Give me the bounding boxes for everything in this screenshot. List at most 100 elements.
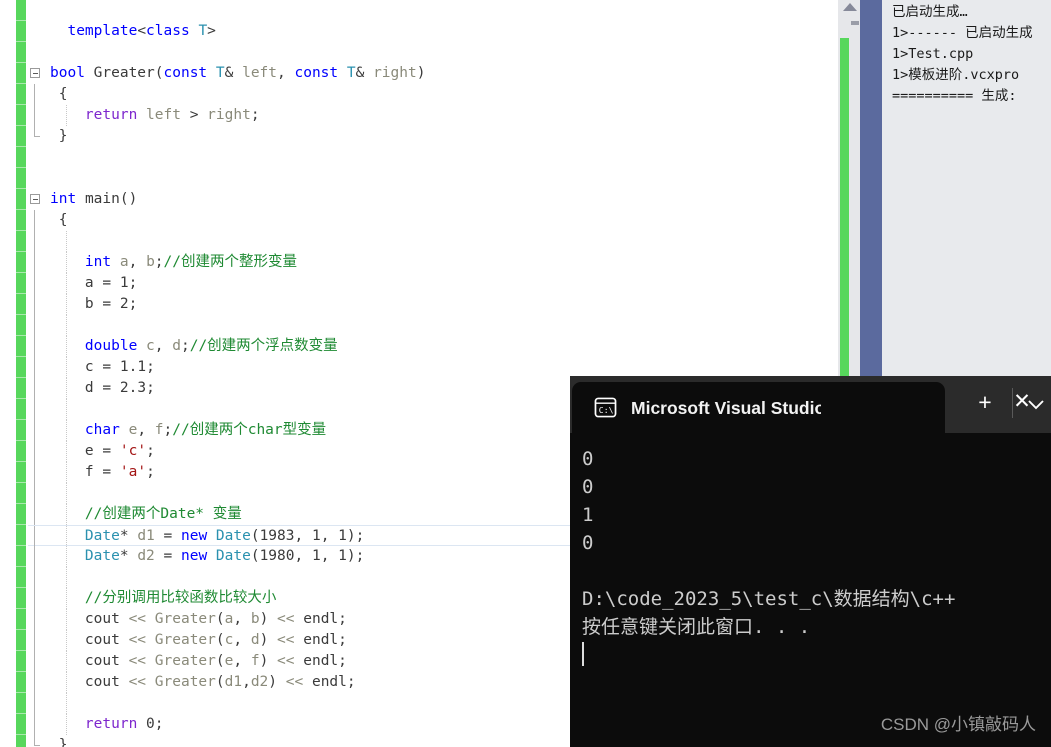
- fold-guide-line: [34, 441, 35, 462]
- code-token: //创建两个Date* 变量: [84, 506, 242, 522]
- code-token: <<: [277, 611, 295, 627]
- code-line[interactable]: }: [28, 126, 838, 147]
- code-token: =: [93, 296, 120, 312]
- code-line[interactable]: int main(): [28, 189, 838, 210]
- code-line[interactable]: c = 1.1;: [28, 357, 838, 378]
- code-token: (: [215, 653, 225, 669]
- indent-guide: [66, 567, 67, 588]
- code-token: 2: [119, 296, 129, 312]
- code-token: right: [373, 65, 417, 81]
- console-output-text[interactable]: 0 0 1 0 D:\code_2023_5\test_c\数据结构\c++ 按任意键关闭…: [570, 433, 1051, 747]
- indent-guide: [66, 651, 67, 672]
- code-token: Greater: [154, 674, 216, 690]
- code-line[interactable]: [28, 168, 838, 189]
- code-token: <<: [128, 611, 147, 627]
- code-line[interactable]: [28, 231, 838, 252]
- code-line[interactable]: [28, 315, 838, 336]
- build-output-line: 1>Test.cpp: [892, 46, 974, 62]
- code-token: 1: [119, 275, 129, 291]
- code-token: ;: [346, 674, 356, 690]
- indent-guide: [66, 315, 67, 336]
- code-token: ,: [154, 338, 173, 354]
- code-token: b: [84, 296, 94, 312]
- indent-guide: [66, 693, 67, 714]
- tabbar-separator: [1012, 388, 1013, 418]
- code-line[interactable]: b = 2;: [28, 294, 838, 315]
- console-output-line: 1: [582, 504, 594, 526]
- code-line-text: }: [50, 128, 68, 144]
- code-line[interactable]: return left > right;: [28, 105, 838, 126]
- fold-guide-line: [34, 273, 35, 294]
- fold-guide-line: [34, 504, 35, 525]
- fold-guide-line: [34, 315, 35, 336]
- code-line[interactable]: int a, b;//创建两个整形变量: [28, 252, 838, 273]
- fold-guide-line: [34, 714, 35, 735]
- code-line-text: int a, b;//创建两个整形变量: [50, 254, 297, 270]
- fold-guide-line: [34, 672, 35, 693]
- code-line[interactable]: double c, d;//创建两个浮点数变量: [28, 336, 838, 357]
- code-token: T: [215, 65, 225, 81]
- code-line[interactable]: [28, 147, 838, 168]
- change-bar-segment: [16, 399, 26, 420]
- code-token: endl: [303, 611, 339, 627]
- indent-guide: [66, 462, 67, 483]
- code-line[interactable]: [28, 42, 838, 63]
- scrollbar-thumb[interactable]: [851, 21, 859, 25]
- code-line[interactable]: {: [28, 210, 838, 231]
- code-token: new: [180, 548, 208, 564]
- code-token: 1: [338, 528, 347, 544]
- code-token: ,: [128, 254, 147, 270]
- code-line-text: a = 1;: [50, 275, 137, 291]
- console-tab[interactable]: C:\ Microsoft Visual Studio 调试控: [572, 382, 945, 433]
- code-token: ,: [294, 548, 312, 564]
- code-token: class: [146, 23, 190, 39]
- indent-guide: [66, 420, 67, 441]
- build-output-line: ========== 生成:: [892, 88, 1025, 104]
- code-line[interactable]: bool Greater(const T& left, const T& rig…: [28, 63, 838, 84]
- code-token: a: [84, 275, 94, 291]
- debug-console-window[interactable]: C:\ Microsoft Visual Studio 调试控 ✕ + 0010…: [570, 376, 1051, 747]
- code-token: (: [154, 65, 164, 81]
- code-token: d2: [250, 674, 269, 690]
- fold-guide-line: [34, 420, 35, 441]
- fold-toggle-icon[interactable]: [30, 68, 40, 78]
- change-bar-segment: [16, 357, 26, 378]
- code-token: //分别调用比较函数比较大小: [84, 590, 277, 606]
- scroll-up-arrow-icon[interactable]: [843, 3, 857, 11]
- code-token: b: [146, 254, 155, 270]
- code-token: d: [172, 338, 181, 354]
- code-token: <<: [285, 674, 304, 690]
- code-line[interactable]: {: [28, 84, 838, 105]
- build-output-panel[interactable]: 已启动生成… 1>------ 已启动生成 1>Test.cpp 1>模板进阶.vcx…: [882, 0, 1051, 380]
- panel-divider[interactable]: [860, 0, 882, 380]
- code-line-text: cout << Greater(c, d) << endl;: [50, 632, 347, 648]
- code-token: <<: [277, 632, 295, 648]
- code-token: (: [215, 611, 225, 627]
- indent-guide: [66, 714, 67, 735]
- code-token: cout: [84, 632, 120, 648]
- code-token: =: [154, 548, 181, 564]
- chevron-down-icon[interactable]: [1025, 393, 1047, 415]
- code-token: Date: [215, 528, 251, 544]
- change-bar-segment: [16, 672, 26, 693]
- code-line[interactable]: template<class T>: [28, 21, 838, 42]
- code-token: d1: [137, 528, 155, 544]
- change-bar-segment: [16, 42, 26, 63]
- change-bar-segment: [16, 84, 26, 105]
- fold-toggle-icon[interactable]: [30, 194, 40, 204]
- code-token: f: [154, 422, 164, 438]
- code-token: ;: [250, 107, 260, 123]
- code-line-text: Date* d1 = new Date(1983, 1, 1);: [50, 528, 364, 544]
- code-token: 1983: [259, 528, 295, 544]
- fold-guide-line: [34, 651, 35, 672]
- console-titlebar[interactable]: C:\ Microsoft Visual Studio 调试控 ✕ +: [570, 376, 1051, 433]
- code-line[interactable]: [28, 0, 838, 21]
- code-line[interactable]: a = 1;: [28, 273, 838, 294]
- code-token: =: [93, 275, 120, 291]
- new-tab-icon[interactable]: +: [974, 391, 996, 414]
